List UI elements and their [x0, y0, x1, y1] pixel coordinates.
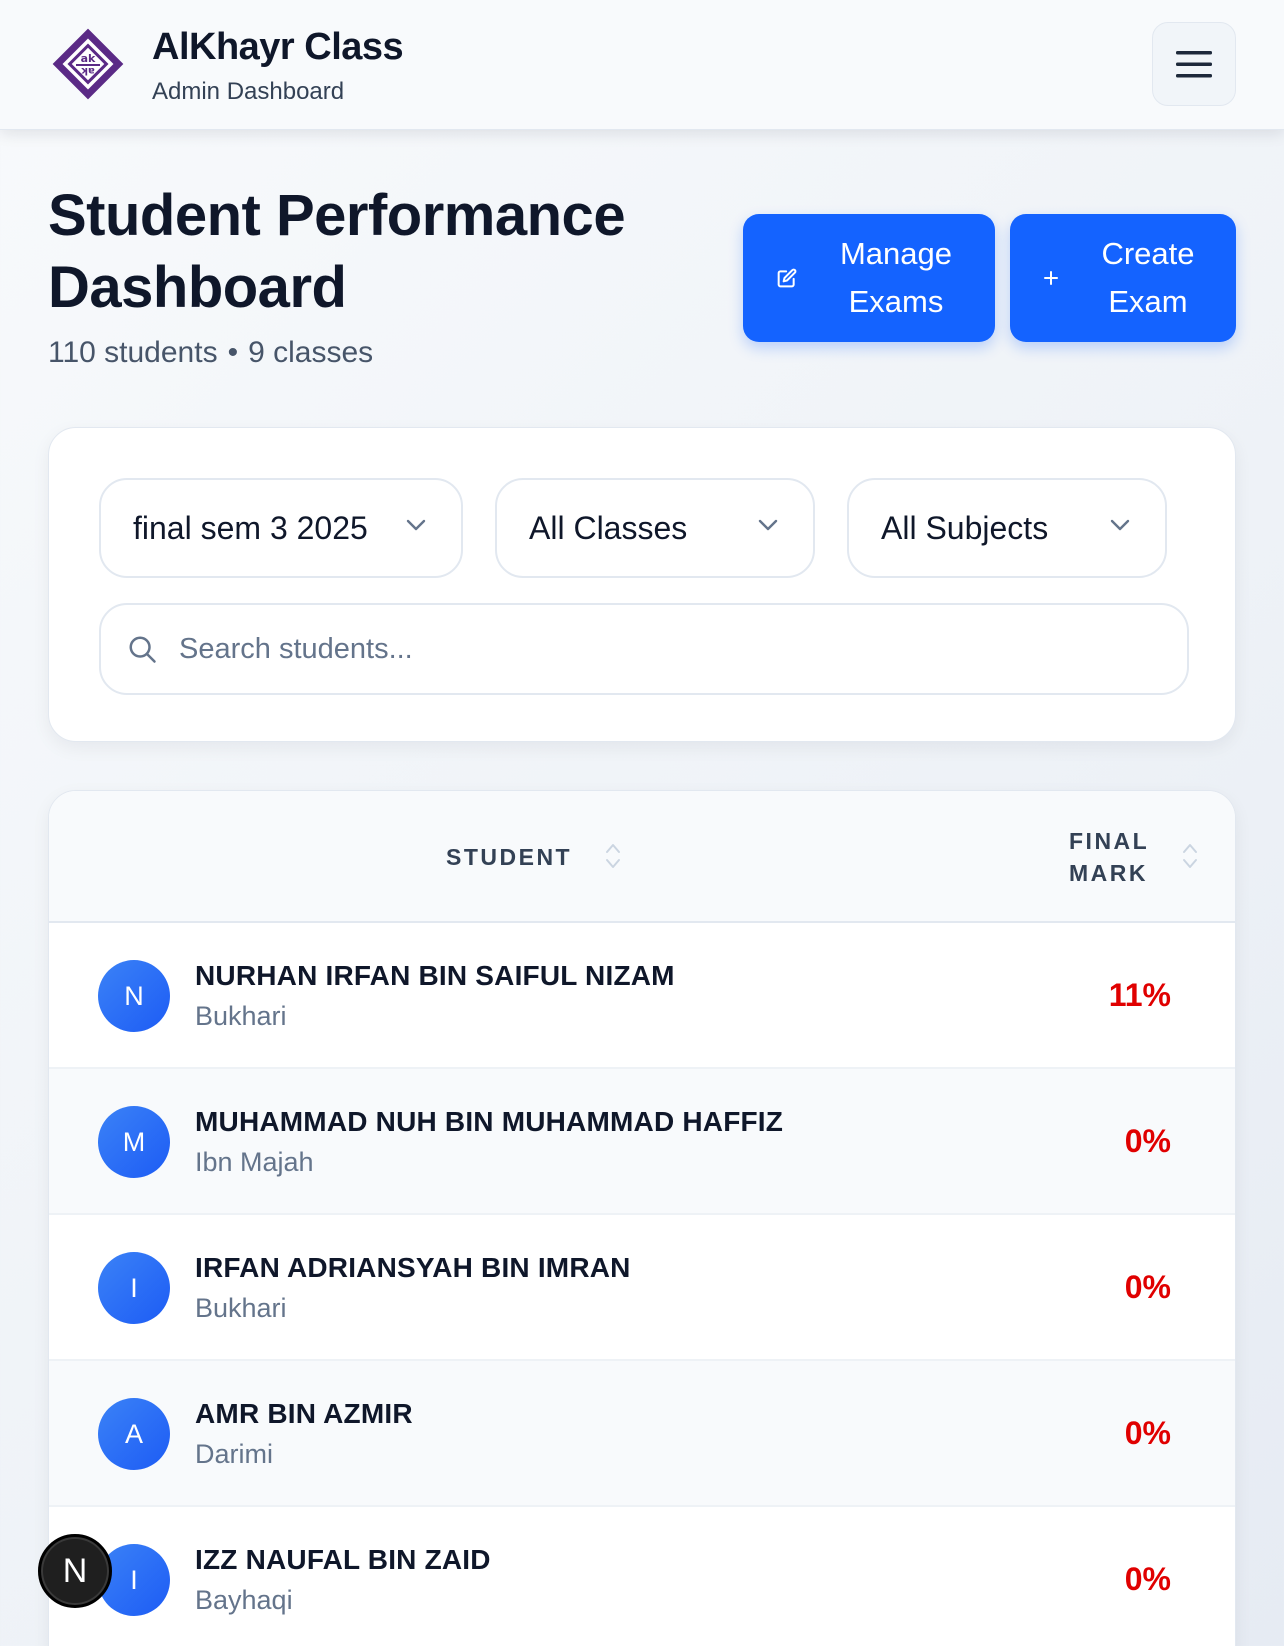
filter-card: final sem 3 2025 All Classes All Subject…	[48, 427, 1236, 742]
subject-select[interactable]: All Subjects	[847, 478, 1167, 578]
final-mark: 0%	[1124, 1561, 1171, 1597]
student-name: IZZ NAUFAL BIN ZAID	[195, 1544, 491, 1575]
student-class: Bayhaqi	[195, 1585, 293, 1615]
classes-count: 9 classes	[248, 336, 374, 369]
final-mark: 0%	[1124, 1415, 1171, 1451]
svg-text:ak: ak	[81, 65, 95, 76]
student-name: MUHAMMAD NUH BIN MUHAMMAD HAFFIZ	[195, 1106, 784, 1137]
manage-exams-label: Manage Exams	[839, 236, 953, 319]
sort-icon[interactable]	[604, 841, 622, 871]
final-mark: 0%	[1124, 1123, 1171, 1159]
student-name: AMR BIN AZMIR	[195, 1398, 413, 1429]
search-box	[99, 603, 1189, 695]
dev-tools-button[interactable]: N	[38, 1534, 112, 1608]
exam-select[interactable]: final sem 3 2025	[99, 478, 463, 578]
table-row[interactable]: I IZZ NAUFAL BIN ZAID Bayhaqi 0%	[49, 1507, 1235, 1646]
page-title: Student Performance Dashboard	[48, 183, 626, 320]
table-row[interactable]: N NURHAN IRFAN BIN SAIFUL NIZAM Bukhari …	[49, 923, 1235, 1069]
class-select-value: All Classes	[529, 509, 688, 546]
table-row[interactable]: A AMR BIN AZMIR Darimi 0%	[49, 1361, 1235, 1507]
final-mark: 0%	[1124, 1269, 1171, 1305]
app-header: ak ak AlKhayr Class Admin Dashboard	[0, 0, 1284, 130]
student-class: Darimi	[195, 1439, 273, 1469]
student-name: IRFAN ADRIANSYAH BIN IMRAN	[195, 1252, 631, 1283]
sort-icon[interactable]	[1181, 841, 1199, 871]
table-header: STUDENT FINAL MARK	[49, 791, 1235, 923]
brand-logo-icon[interactable]: ak ak	[50, 26, 126, 102]
plus-icon	[1044, 271, 1058, 285]
create-exam-label: Create Exam	[1101, 236, 1195, 319]
page-stats: 110 students • 9 classes	[48, 336, 373, 370]
column-student-label: STUDENT	[446, 844, 573, 870]
chevron-down-icon	[758, 519, 778, 531]
search-input[interactable]	[179, 632, 1139, 666]
table-row[interactable]: M MUHAMMAD NUH BIN MUHAMMAD HAFFIZ Ibn M…	[49, 1069, 1235, 1215]
student-class: Bukhari	[195, 1293, 287, 1323]
column-student[interactable]: STUDENT	[446, 841, 572, 873]
table-row[interactable]: I IRFAN ADRIANSYAH BIN IMRAN Bukhari 0%	[49, 1215, 1235, 1361]
subject-select-value: All Subjects	[881, 509, 1049, 546]
brand-subtitle: Admin Dashboard	[152, 78, 345, 105]
brand-title: AlKhayr Class	[152, 26, 404, 68]
svg-text:ak: ak	[81, 52, 96, 65]
dev-tools-letter: N	[62, 1551, 88, 1590]
chevron-down-icon	[406, 519, 426, 531]
student-class: Ibn Majah	[195, 1147, 314, 1177]
menu-button[interactable]	[1152, 22, 1236, 106]
avatar: N	[98, 960, 170, 1032]
student-class: Bukhari	[195, 1001, 287, 1031]
student-name: NURHAN IRFAN BIN SAIFUL NIZAM	[195, 960, 675, 991]
hamburger-icon	[1176, 51, 1212, 78]
avatar: M	[98, 1106, 170, 1178]
manage-exams-button[interactable]: Manage Exams	[743, 214, 995, 342]
students-count: 110 students	[48, 336, 218, 369]
avatar: I	[98, 1252, 170, 1324]
final-mark: 11%	[1108, 977, 1171, 1013]
edit-icon	[777, 268, 797, 288]
exam-select-value: final sem 3 2025	[133, 509, 368, 546]
class-select[interactable]: All Classes	[495, 478, 815, 578]
column-final-mark-label: FINAL MARK	[1069, 828, 1149, 886]
column-final-mark[interactable]: FINAL MARK	[1069, 825, 1169, 889]
avatar: A	[98, 1398, 170, 1470]
create-exam-button[interactable]: Create Exam	[1010, 214, 1236, 342]
search-icon	[129, 636, 156, 663]
students-table: STUDENT FINAL MARK N NURHAN IRFAN BIN SA…	[48, 790, 1236, 1646]
stats-separator: •	[227, 336, 239, 369]
chevron-down-icon	[1110, 519, 1130, 531]
